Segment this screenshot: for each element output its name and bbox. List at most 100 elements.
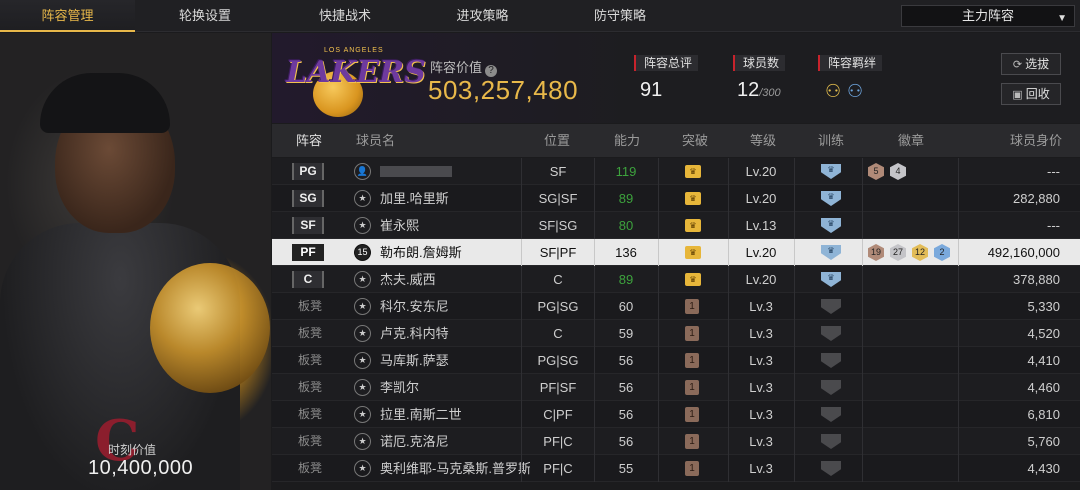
header-level[interactable]: 等级 [750,124,776,157]
refresh-icon: ⟳ [1012,59,1023,71]
header-breakthrough[interactable]: 突破 [682,124,708,157]
player-ability: 80 [618,218,634,233]
breakthrough-level: 1 [685,353,699,368]
player-name: 科尔.安东尼 [380,299,449,314]
select-button[interactable]: ⟳ 选拔 [1001,53,1061,75]
training-shield-icon[interactable] [821,326,841,341]
table-row[interactable]: PF 15 勒布朗.詹姆斯 SF|PF 136 ♛ Lv.20 ♛ 19 27 12 2 492,160… [272,239,1080,266]
column-divider [794,212,795,239]
column-divider [862,347,863,374]
training-shield-icon[interactable]: ♛ [821,191,841,206]
training-shield-icon[interactable] [821,380,841,395]
player-ability: 89 [618,191,634,206]
badge-icon[interactable]: 27 [890,244,906,261]
player-ability: 89 [618,272,634,287]
player-ability: 60 [618,299,634,314]
table-row[interactable]: C ★ 杰夫.威西 C 89 ♛ Lv.20 ♛ 378,880 [272,266,1080,293]
player-level: Lv.3 [749,380,773,395]
header-player-value[interactable]: 球员身价 [1010,124,1062,157]
table-row[interactable]: 板凳 ★ 马库斯.萨瑟 PG|SG 56 1 Lv.3 4,410 [272,347,1080,374]
training-shield-icon[interactable] [821,434,841,449]
column-divider [958,347,959,374]
column-divider [862,320,863,347]
slot-bench-label: 板凳 [298,461,323,475]
training-shield-icon[interactable] [821,299,841,314]
header-slot[interactable]: 阵容 [296,124,322,157]
bonds-label: 阵容羁绊 [818,55,883,71]
tab-rotation-settings[interactable]: 轮换设置 [135,0,275,32]
table-row[interactable]: 板凳 ★ 李凯尔 PF|SF 56 1 Lv.3 4,460 [272,374,1080,401]
team-value-label-text: 阵容价值 [430,60,483,75]
player-level: Lv.20 [745,191,777,206]
lakers-logo-city: LOS ANGELES [324,47,384,54]
tab-lineup-management[interactable]: 阵容管理 [0,0,135,32]
header-badges[interactable]: 徽章 [898,124,924,157]
badge-icon[interactable]: 2 [934,244,950,261]
table-row[interactable]: 板凳 ★ 科尔.安东尼 PG|SG 60 1 Lv.3 5,330 [272,293,1080,320]
table-row[interactable]: PG 👤 SF 119 ♛ Lv.20 ♛ 5 4 --- [272,158,1080,185]
player-avatar-icon: ★ [354,379,371,396]
training-shield-icon[interactable]: ♛ [821,164,841,179]
column-divider [958,401,959,428]
column-divider [862,239,863,266]
training-shield-icon[interactable]: ♛ [821,245,841,260]
crown-icon: ♛ [685,246,701,259]
player-value: 282,880 [1013,191,1060,206]
player-position: PF|C [543,461,573,476]
badge-icon[interactable]: 12 [912,244,928,261]
slot-bench-label: 板凳 [298,353,323,367]
trophy-image [150,263,270,393]
breakthrough-level: 1 [685,407,699,422]
bond-icon-blue[interactable]: ⚇ [847,81,863,102]
players-count-value: 12 [737,79,760,101]
training-shield-icon[interactable] [821,407,841,422]
player-value: 6,810 [1027,407,1060,422]
bond-icon-gold[interactable]: ⚇ [825,81,841,102]
badge-icon[interactable]: 4 [890,163,906,180]
table-row[interactable]: SF ★ 崔永熙 SF|SG 80 ♛ Lv.13 ♛ --- [272,212,1080,239]
tab-offense-strategy[interactable]: 进攻策略 [415,0,550,32]
player-value: 4,430 [1027,461,1060,476]
lineup-select[interactable]: 主力阵容 ▼ [901,5,1075,27]
overall-label: 阵容总评 [634,55,699,71]
training-shield-icon[interactable] [821,353,841,368]
player-level: Lv.13 [745,218,777,233]
column-divider [958,239,959,266]
header-name[interactable]: 球员名 [356,124,395,157]
column-divider [958,293,959,320]
column-divider [658,347,659,374]
header-training[interactable]: 训练 [818,124,844,157]
header-position[interactable]: 位置 [544,124,570,157]
recycle-icon: ▣ [1012,89,1023,101]
tab-defense-strategy[interactable]: 防守策略 [550,0,690,32]
training-shield-icon[interactable]: ♛ [821,218,841,233]
column-divider [794,239,795,266]
header-ability[interactable]: 能力 [614,124,640,157]
table-row[interactable]: 板凳 ★ 奥利维耶-马克桑斯.普罗斯珥 PF|C 55 1 Lv.3 4,430 [272,455,1080,482]
column-divider [862,374,863,401]
training-shield-icon[interactable]: ♛ [821,272,841,287]
crown-icon: ♛ [685,273,701,286]
column-divider [658,374,659,401]
player-name: 崔永熙 [380,218,420,233]
players-count: 12/300 [737,79,781,102]
table-row[interactable]: SG ★ 加里.哈里斯 SG|SF 89 ♛ Lv.20 ♛ 282,880 [272,185,1080,212]
table-row[interactable]: 板凳 ★ 诺厄.克洛尼 PF|C 56 1 Lv.3 5,760 [272,428,1080,455]
tab-quick-tactics[interactable]: 快捷战术 [275,0,415,32]
player-level: Lv.20 [745,164,777,179]
player-avatar-icon: 15 [354,244,371,261]
column-divider [958,158,959,185]
badge-icon[interactable]: 5 [868,163,884,180]
training-shield-icon[interactable] [821,461,841,476]
column-divider [794,428,795,455]
table-row[interactable]: 板凳 ★ 拉里.南斯二世 C|PF 56 1 Lv.3 6,810 [272,401,1080,428]
recycle-button[interactable]: ▣ 回收 [1001,83,1061,105]
player-ability: 119 [615,164,637,179]
table-row[interactable]: 板凳 ★ 卢克.科内特 C 59 1 Lv.3 4,520 [272,320,1080,347]
slot-bench-label: 板凳 [298,326,323,340]
badge-icon[interactable]: 19 [868,244,884,261]
slot-badge: PG [292,163,324,180]
player-avatar-icon: ★ [354,406,371,423]
player-level: Lv.20 [745,245,777,260]
player-value: --- [1047,164,1060,179]
